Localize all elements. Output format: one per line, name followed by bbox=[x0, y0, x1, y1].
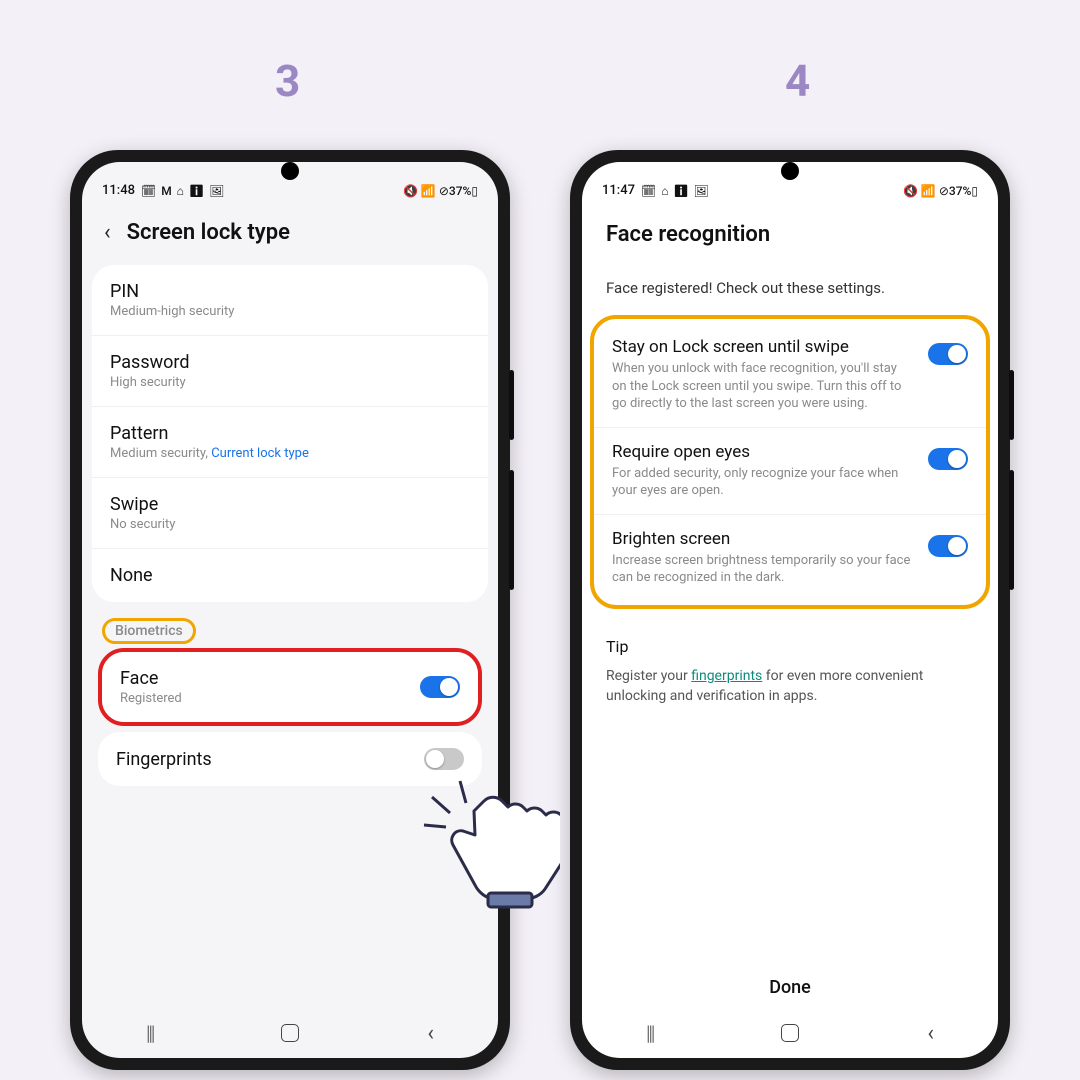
lock-type-card: PIN Medium-high security Password High s… bbox=[92, 265, 488, 602]
biometrics-card: Face Registered Fingerprints bbox=[92, 648, 488, 786]
status-battery: 37%▯ bbox=[949, 184, 978, 198]
nav-back-icon[interactable]: ‹ bbox=[927, 1021, 934, 1046]
swipe-label: Swipe bbox=[110, 494, 470, 515]
eyes-desc: For added security, only recognize your … bbox=[612, 465, 914, 500]
status-time: 11:48 bbox=[102, 183, 135, 198]
pattern-sub: Medium security, Current lock type bbox=[110, 446, 470, 461]
camera-hole bbox=[781, 162, 799, 180]
nav-recent-icon[interactable]: ||| bbox=[146, 1021, 153, 1045]
nav-home-icon[interactable] bbox=[781, 1024, 799, 1042]
face-sub: Registered bbox=[120, 691, 420, 706]
camera-hole bbox=[281, 162, 299, 180]
pin-sub: Medium-high security bbox=[110, 304, 470, 319]
back-icon[interactable]: ‹ bbox=[104, 220, 111, 245]
setting-brighten-screen[interactable]: Brighten screen Increase screen brightne… bbox=[594, 515, 986, 601]
page-title: Face recognition bbox=[606, 222, 974, 247]
step-number-4: 4 bbox=[785, 55, 810, 107]
status-time: 11:47 bbox=[602, 183, 635, 198]
status-battery: 37%▯ bbox=[449, 184, 478, 198]
tip-title: Tip bbox=[606, 637, 974, 656]
brighten-desc: Increase screen brightness temporarily s… bbox=[612, 552, 914, 587]
highlight-biometrics: Biometrics bbox=[102, 618, 196, 644]
phone-mockup-left: 11:48 🗓 M ⌂ ℹ 🖼 🔇 📶 ⊘ 37%▯ ‹ Screen lock… bbox=[70, 150, 510, 1070]
none-label: None bbox=[110, 565, 470, 586]
brighten-toggle[interactable] bbox=[928, 535, 968, 557]
row-password[interactable]: Password High security bbox=[92, 336, 488, 407]
current-lock-type-link[interactable]: Current lock type bbox=[211, 446, 309, 461]
face-label: Face bbox=[120, 668, 420, 689]
page-header: ‹ Screen lock type bbox=[82, 200, 498, 259]
row-face[interactable]: Face Registered bbox=[102, 652, 478, 722]
highlight-face-row: Face Registered bbox=[98, 648, 482, 726]
swipe-sub: No security bbox=[110, 517, 470, 532]
pattern-label: Pattern bbox=[110, 423, 470, 444]
password-sub: High security bbox=[110, 375, 470, 390]
status-icons-right: 🔇 📶 ⊘ bbox=[403, 184, 449, 198]
nav-bar: ||| ‹ bbox=[582, 1008, 998, 1058]
nav-back-icon[interactable]: ‹ bbox=[427, 1021, 434, 1046]
eyes-label: Require open eyes bbox=[612, 442, 914, 462]
registered-message: Face registered! Check out these setting… bbox=[582, 257, 998, 309]
tip-text: Register your fingerprints for even more… bbox=[606, 666, 974, 707]
phone-mockup-right: 11:47 🗓 ⌂ ℹ 🖼 🔇 📶 ⊘ 37%▯ Face recognitio… bbox=[570, 150, 1010, 1070]
setting-stay-on-lock[interactable]: Stay on Lock screen until swipe When you… bbox=[594, 323, 986, 428]
stay-desc: When you unlock with face recognition, y… bbox=[612, 360, 914, 413]
nav-home-icon[interactable] bbox=[281, 1024, 299, 1042]
page-title: Screen lock type bbox=[127, 220, 290, 245]
row-pattern[interactable]: Pattern Medium security, Current lock ty… bbox=[92, 407, 488, 478]
done-button[interactable]: Done bbox=[582, 961, 998, 1008]
nav-bar: ||| ‹ bbox=[82, 1008, 498, 1058]
stay-label: Stay on Lock screen until swipe bbox=[612, 337, 914, 357]
biometrics-header: Biometrics bbox=[82, 608, 498, 648]
setting-require-open-eyes[interactable]: Require open eyes For added security, on… bbox=[594, 428, 986, 515]
status-icons-left: 🗓 ⌂ ℹ 🖼 bbox=[641, 184, 710, 198]
fingerprints-label: Fingerprints bbox=[116, 749, 424, 770]
page-header: Face recognition bbox=[582, 200, 998, 257]
eyes-toggle[interactable] bbox=[928, 448, 968, 470]
pin-label: PIN bbox=[110, 281, 470, 302]
fingerprints-toggle[interactable] bbox=[424, 748, 464, 770]
highlight-settings-box: Stay on Lock screen until swipe When you… bbox=[590, 315, 990, 609]
status-icons-right: 🔇 📶 ⊘ bbox=[903, 184, 949, 198]
brighten-label: Brighten screen bbox=[612, 529, 914, 549]
row-pin[interactable]: PIN Medium-high security bbox=[92, 265, 488, 336]
face-toggle[interactable] bbox=[420, 676, 460, 698]
stay-toggle[interactable] bbox=[928, 343, 968, 365]
fingerprints-link[interactable]: fingerprints bbox=[691, 668, 762, 684]
password-label: Password bbox=[110, 352, 470, 373]
row-fingerprints[interactable]: Fingerprints bbox=[98, 732, 482, 786]
status-icons-left: 🗓 M ⌂ ℹ 🖼 bbox=[141, 184, 225, 198]
row-swipe[interactable]: Swipe No security bbox=[92, 478, 488, 549]
step-number-3: 3 bbox=[275, 55, 300, 107]
row-none[interactable]: None bbox=[92, 549, 488, 602]
tip-block: Tip Register your fingerprints for even … bbox=[582, 615, 998, 729]
nav-recent-icon[interactable]: ||| bbox=[646, 1021, 653, 1045]
